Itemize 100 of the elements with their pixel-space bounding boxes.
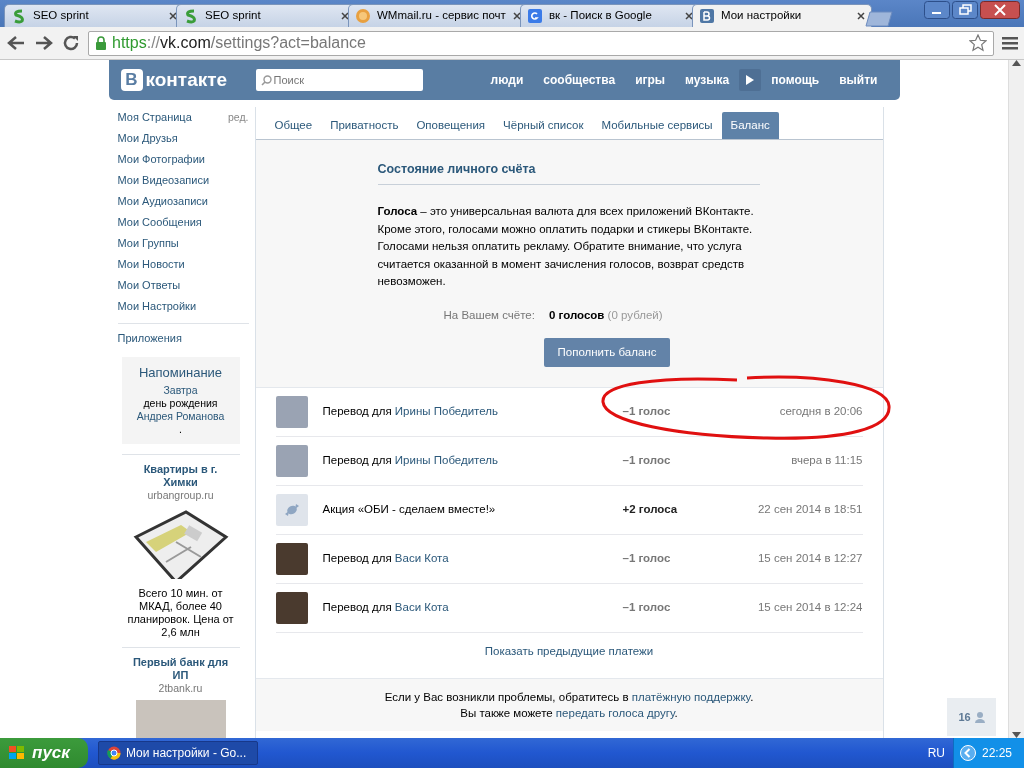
sidebar-link[interactable]: Мои Новости bbox=[117, 256, 185, 273]
close-icon[interactable] bbox=[980, 1, 1020, 19]
description-text: Голоса – это универсальная валюта для всех приложений ВКонтакте. Кроме этого, голосами можно оплатить подарки и стикеры ВКонтакте. Голосами нельзя оплатить рекламу. Обратите внимание, что услуга считается оказанной в момент зачисления голосов, возврат средств невозможен. bbox=[377, 204, 755, 289]
ad-domain: 2tbank.ru bbox=[157, 682, 204, 696]
close-icon[interactable] bbox=[857, 12, 865, 20]
nav-link[interactable]: сообщества bbox=[533, 71, 626, 89]
settings-tab[interactable]: Общее bbox=[265, 112, 322, 140]
recipient-link[interactable]: Ирины Победитель bbox=[394, 454, 498, 467]
transaction-text: Акция «ОБИ - сделаем вместе!» bbox=[322, 502, 497, 518]
minimize-icon[interactable] bbox=[924, 1, 950, 19]
reminder-link[interactable]: Завтра bbox=[124, 384, 237, 398]
sidebar-link[interactable]: Моя Страница bbox=[117, 109, 192, 126]
back-icon[interactable] bbox=[6, 34, 26, 52]
start-button[interactable]: пуск bbox=[0, 738, 88, 768]
nav-link[interactable]: выйти bbox=[829, 71, 888, 89]
s-curve-icon bbox=[11, 8, 27, 24]
top-up-button[interactable]: Пополнить баланс bbox=[543, 337, 671, 367]
settings-tab[interactable]: Чёрный список bbox=[494, 112, 593, 140]
person-icon bbox=[974, 711, 985, 723]
tile-icon bbox=[527, 8, 543, 24]
reminder-text: Завтра день рождения Андрея Романова . bbox=[124, 384, 237, 437]
online-counter[interactable]: 16 bbox=[947, 698, 996, 736]
transaction-amount: –1 голос bbox=[622, 600, 672, 616]
search-field[interactable]: Поиск bbox=[255, 69, 423, 91]
transaction-amount: +2 голоса bbox=[622, 502, 679, 518]
sidebar-link[interactable]: Мои Сообщения bbox=[117, 214, 202, 231]
close-icon[interactable] bbox=[341, 12, 349, 20]
url-text: https://vk.com/settings?act=balance bbox=[112, 33, 367, 53]
sidebar-link[interactable]: Мои Видеозаписи bbox=[117, 172, 210, 189]
play-icon bbox=[746, 75, 755, 85]
restore-icon[interactable] bbox=[952, 1, 978, 19]
account-label: На Вашем счёте: bbox=[443, 307, 535, 323]
close-icon[interactable] bbox=[685, 12, 693, 20]
language-indicator[interactable]: RU bbox=[927, 744, 945, 762]
close-icon[interactable] bbox=[169, 12, 177, 20]
ad-title[interactable]: Квартиры в г. Химки bbox=[121, 463, 240, 490]
transaction-date: 22 сен 2014 в 18:51 bbox=[756, 502, 863, 518]
logo-text[interactable]: контакте bbox=[145, 65, 228, 95]
avatar-photo[interactable] bbox=[275, 592, 308, 624]
transaction-amount: –1 голос bbox=[622, 453, 672, 469]
transaction-date: сегодня в 20:06 bbox=[778, 404, 863, 420]
settings-tab[interactable]: Баланс bbox=[721, 112, 779, 140]
menu-icon[interactable] bbox=[1002, 35, 1018, 51]
scrollbar[interactable] bbox=[1008, 60, 1024, 738]
transaction-date: 15 сен 2014 в 12:27 bbox=[756, 551, 863, 567]
sidebar-link[interactable]: Приложения bbox=[117, 330, 249, 347]
taskbar-button[interactable]: Мои настройки - Go... bbox=[97, 741, 258, 765]
address-bar[interactable]: https://vk.com/settings?act=balance bbox=[88, 30, 994, 56]
windows-logo-icon bbox=[8, 745, 26, 761]
browser-tab[interactable]: Мои настройки bbox=[692, 4, 872, 27]
recipient-link[interactable]: Васи Кота bbox=[394, 552, 449, 565]
transaction-text: Перевод для Васи Кота bbox=[322, 551, 450, 567]
logo-mark[interactable]: В bbox=[120, 69, 143, 91]
tile-icon bbox=[699, 8, 715, 24]
transaction-date: 15 сен 2014 в 12:24 bbox=[756, 600, 863, 616]
ad-text: Всего 10 мин. от МКАД, более 40 планировок. Цена от 2,6 млн bbox=[126, 587, 235, 640]
transaction-amount: –1 голос bbox=[622, 551, 672, 567]
lock-icon bbox=[95, 35, 107, 51]
help-text: Если у Вас возникли проблемы, обратитесь в платёжную поддержку. bbox=[383, 690, 755, 706]
ad-title[interactable]: Первый банк для ИП bbox=[121, 656, 240, 683]
nav-link[interactable]: помощь bbox=[761, 71, 830, 89]
browser-icon bbox=[106, 746, 121, 760]
clock: 22:25 bbox=[981, 745, 1012, 762]
recipient-link[interactable]: Васи Кота bbox=[394, 601, 449, 614]
settings-tab[interactable]: Мобильные сервисы bbox=[592, 112, 722, 140]
balance-amount: 0 голосов bbox=[548, 308, 605, 321]
help-link[interactable]: передать голоса другу bbox=[555, 707, 675, 720]
nav-link[interactable]: люди bbox=[480, 71, 534, 89]
edit-link[interactable]: ред. bbox=[228, 109, 249, 126]
transaction-text: Перевод для Ирины Победитель bbox=[322, 453, 499, 469]
sidebar-link[interactable]: Мои Настройки bbox=[117, 298, 197, 315]
balance-note: (0 рублей) bbox=[607, 308, 663, 321]
transaction-text: Перевод для Васи Кота bbox=[322, 600, 450, 616]
help-text: Вы также можете передать голоса другу. bbox=[459, 706, 679, 722]
reminder-title: Напоминание bbox=[137, 364, 224, 381]
reminder-link[interactable]: Андрея Романова bbox=[124, 410, 237, 424]
play-button[interactable] bbox=[739, 69, 762, 91]
forward-icon[interactable] bbox=[34, 34, 54, 52]
coin-icon bbox=[355, 8, 371, 24]
sidebar-link[interactable]: Мои Друзья bbox=[117, 130, 178, 147]
nav-link[interactable]: игры bbox=[625, 71, 676, 89]
new-tab-icon[interactable] bbox=[864, 11, 894, 27]
reload-icon[interactable] bbox=[62, 34, 80, 52]
sidebar-link[interactable]: Мои Группы bbox=[117, 235, 179, 252]
search-icon bbox=[260, 75, 272, 86]
settings-tab[interactable]: Приватность bbox=[321, 112, 408, 140]
star-icon[interactable] bbox=[969, 34, 987, 52]
s-curve-icon bbox=[183, 8, 199, 24]
transaction-date: вчера в 11:15 bbox=[790, 453, 863, 469]
transaction-amount: –1 голос bbox=[622, 404, 672, 420]
sidebar-link[interactable]: Мои Ответы bbox=[117, 277, 181, 294]
nav-link[interactable]: музыка bbox=[675, 71, 740, 89]
close-icon[interactable] bbox=[513, 12, 521, 20]
settings-tab[interactable]: Оповещения bbox=[407, 112, 495, 140]
recipient-link[interactable]: Ирины Победитель bbox=[394, 405, 498, 418]
chevron-icon[interactable] bbox=[959, 745, 976, 761]
sidebar-link[interactable]: Мои Аудиозаписи bbox=[117, 193, 208, 210]
show-more-link[interactable]: Показать предыдущие платежи bbox=[484, 645, 654, 657]
sidebar-link[interactable]: Мои Фотографии bbox=[117, 151, 205, 168]
avatar-photo[interactable] bbox=[275, 543, 308, 575]
